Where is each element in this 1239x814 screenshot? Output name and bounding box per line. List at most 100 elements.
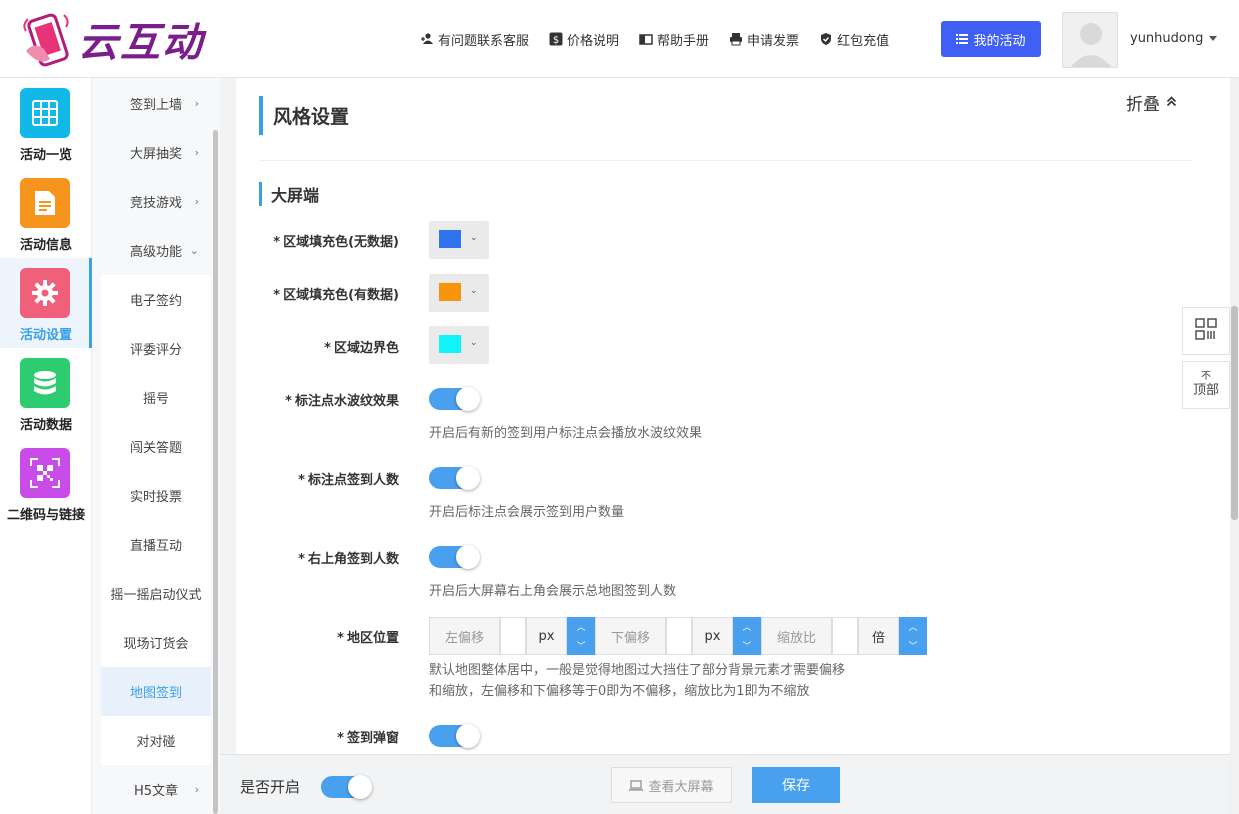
menu-label: 活动设置 xyxy=(19,328,72,343)
field-label-marker-count: * 标注点签到人数 xyxy=(298,469,399,488)
enable-toggle[interactable] xyxy=(321,775,372,799)
save-button[interactable]: 保存 xyxy=(752,767,840,803)
menu-activity-settings[interactable]: 活动设置 xyxy=(0,258,92,348)
nav-pricing[interactable]: $ 价格说明 xyxy=(549,30,619,49)
nav-help-manual[interactable]: 帮助手册 xyxy=(639,30,709,49)
list-icon xyxy=(956,33,969,45)
popup-toggle[interactable] xyxy=(429,724,480,748)
logo[interactable]: 云互动 xyxy=(20,10,204,68)
chevron-up-icon[interactable]: ︿ xyxy=(908,620,917,633)
submenu-order-fair[interactable]: 现场订货会 xyxy=(101,618,211,667)
down-offset-stepper[interactable]: ︿ ﹀ xyxy=(733,617,761,655)
chevron-up-icon[interactable]: ︿ xyxy=(576,620,585,633)
main-content: 风格设置 折叠 大屏端 * 区域填充色(无数据) ⌄ * 区域填充色(有数据) ⌄ … xyxy=(236,78,1230,754)
chevron-down-icon[interactable]: ﹀ xyxy=(908,639,917,652)
submenu-competitive-games[interactable]: 竞技游戏 › xyxy=(101,177,211,226)
label-text: 地区位置 xyxy=(346,631,399,646)
chevron-down-icon: ⌄ xyxy=(470,286,478,296)
submenu-label: 评委评分 xyxy=(129,343,182,358)
nav-label: 有问题联系客服 xyxy=(438,33,530,49)
save-label: 保存 xyxy=(782,778,810,794)
user-menu[interactable]: yunhudong xyxy=(1130,31,1218,46)
scale-stepper[interactable]: ︿ ﹀ xyxy=(899,617,927,655)
submenu-judge-scoring[interactable]: 评委评分 xyxy=(101,324,211,373)
submenu-quiz[interactable]: 闯关答题 xyxy=(101,422,211,471)
field-label-border-color: * 区域边界色 xyxy=(324,337,399,356)
down-offset-input[interactable] xyxy=(666,617,692,655)
left-offset-stepper[interactable]: ︿ ﹀ xyxy=(567,617,595,655)
submenu-match-pair[interactable]: 对对碰 xyxy=(101,716,211,765)
fold-button[interactable]: 折叠 xyxy=(1126,90,1177,115)
menu-label: 活动信息 xyxy=(19,238,72,253)
submenu-screen-lottery[interactable]: 大屏抽奖 › xyxy=(101,128,211,177)
submenu-label: 闯关答题 xyxy=(129,441,182,456)
nav-label: 申请发票 xyxy=(747,33,800,49)
position-input-group: 左偏移 px ︿ ﹀ 下偏移 px ︿ ﹀ 缩放比 倍 ︿ ﹀ xyxy=(429,617,927,655)
submenu-live-vote[interactable]: 实时投票 xyxy=(101,471,211,520)
my-activity-button[interactable]: 我的活动 xyxy=(941,21,1041,57)
submenu-advanced-features[interactable]: 高级功能 ⌄ xyxy=(101,226,211,275)
enable-label: 是否开启 xyxy=(240,778,301,796)
submenu-sign-in-wall[interactable]: 签到上墙 › xyxy=(101,79,211,128)
scale-unit: 倍 xyxy=(858,617,899,655)
nav-invoice[interactable]: 申请发票 xyxy=(729,30,799,49)
color-picker-fill-nodata[interactable]: ⌄ xyxy=(429,221,489,259)
nav-label: 红包充值 xyxy=(837,33,890,49)
menu-activity-info[interactable]: 活动信息 xyxy=(0,168,92,258)
back-to-top-button[interactable]: 不 顶部 xyxy=(1182,361,1230,409)
submenu-shake-ceremony[interactable]: 摇一摇启动仪式 xyxy=(101,569,211,618)
marker-count-toggle[interactable] xyxy=(429,466,480,490)
menu-qrcode-links[interactable]: 二维码与链接 xyxy=(0,438,92,528)
submenu-label: 高级功能 xyxy=(129,245,182,260)
required-mark: * xyxy=(273,288,281,303)
toggle-knob xyxy=(456,387,480,411)
required-mark: * xyxy=(324,341,331,356)
label-text: 区域填充色(有数据) xyxy=(283,288,399,303)
scale-input[interactable] xyxy=(832,617,858,655)
color-swatch xyxy=(439,283,461,301)
submenu-scrollbar[interactable] xyxy=(213,130,218,814)
ripple-toggle[interactable] xyxy=(429,387,480,411)
submenu-live-interaction[interactable]: 直播互动 xyxy=(101,520,211,569)
chevron-right-icon: › xyxy=(194,146,199,159)
submenu-h5-article[interactable]: H5文章 › xyxy=(101,765,211,814)
top-bar: 云互动 有问题联系客服 $ 价格说明 帮助手册 申请发票 红包充值 我的活动 y… xyxy=(0,0,1239,78)
qrcode-icon xyxy=(20,448,70,498)
chevron-down-icon[interactable]: ﹀ xyxy=(742,639,751,652)
left-offset-input[interactable] xyxy=(500,617,526,655)
menu-label: 活动数据 xyxy=(19,418,72,433)
color-picker-border[interactable]: ⌄ xyxy=(429,326,489,364)
required-mark: * xyxy=(298,473,305,488)
toggle-knob xyxy=(456,724,480,748)
menu-label: 二维码与链接 xyxy=(6,508,85,523)
toggle-knob xyxy=(348,775,372,799)
avatar[interactable] xyxy=(1062,12,1118,68)
corner-count-toggle[interactable] xyxy=(429,545,480,569)
scrollbar-thumb[interactable] xyxy=(1231,306,1238,520)
menu-activity-overview[interactable]: 活动一览 xyxy=(0,78,92,168)
page-scrollbar[interactable] xyxy=(1230,0,1239,814)
nav-red-packet-recharge[interactable]: 红包充值 xyxy=(819,30,889,49)
label-text: 区域填充色(无数据) xyxy=(283,235,399,250)
nav-label: 帮助手册 xyxy=(657,33,710,49)
chevron-down-icon: ⌄ xyxy=(470,338,478,348)
username: yunhudong xyxy=(1130,31,1204,46)
submenu-label: 摇一摇启动仪式 xyxy=(110,588,202,603)
submenu-label: 大屏抽奖 xyxy=(129,147,182,162)
phone-logo-icon xyxy=(20,11,72,67)
nav-contact-support[interactable]: 有问题联系客服 xyxy=(420,30,529,49)
shield-check-icon xyxy=(819,32,833,46)
color-picker-fill-data[interactable]: ⌄ xyxy=(429,274,489,312)
position-hint-line2: 和缩放，左偏移和下偏移等于0即为不偏移，缩放比为1即为不缩放 xyxy=(429,684,810,699)
chevron-down-icon[interactable]: ﹀ xyxy=(576,639,585,652)
menu-activity-data[interactable]: 活动数据 xyxy=(0,348,92,438)
field-label-fill-nodata: * 区域填充色(无数据) xyxy=(273,231,399,250)
submenu-e-signing[interactable]: 电子签约 xyxy=(101,275,211,324)
marker-count-hint: 开启后标注点会展示签到用户数量 xyxy=(429,505,625,520)
qrcode-float-button[interactable] xyxy=(1182,307,1230,355)
submenu-map-sign-in[interactable]: 地图签到 xyxy=(101,667,211,716)
chevron-up-icon[interactable]: ︿ xyxy=(742,620,751,633)
view-big-screen-button[interactable]: 查看大屏幕 xyxy=(611,767,732,803)
submenu-lottery-number[interactable]: 摇号 xyxy=(101,373,211,422)
toggle-knob xyxy=(456,545,480,569)
